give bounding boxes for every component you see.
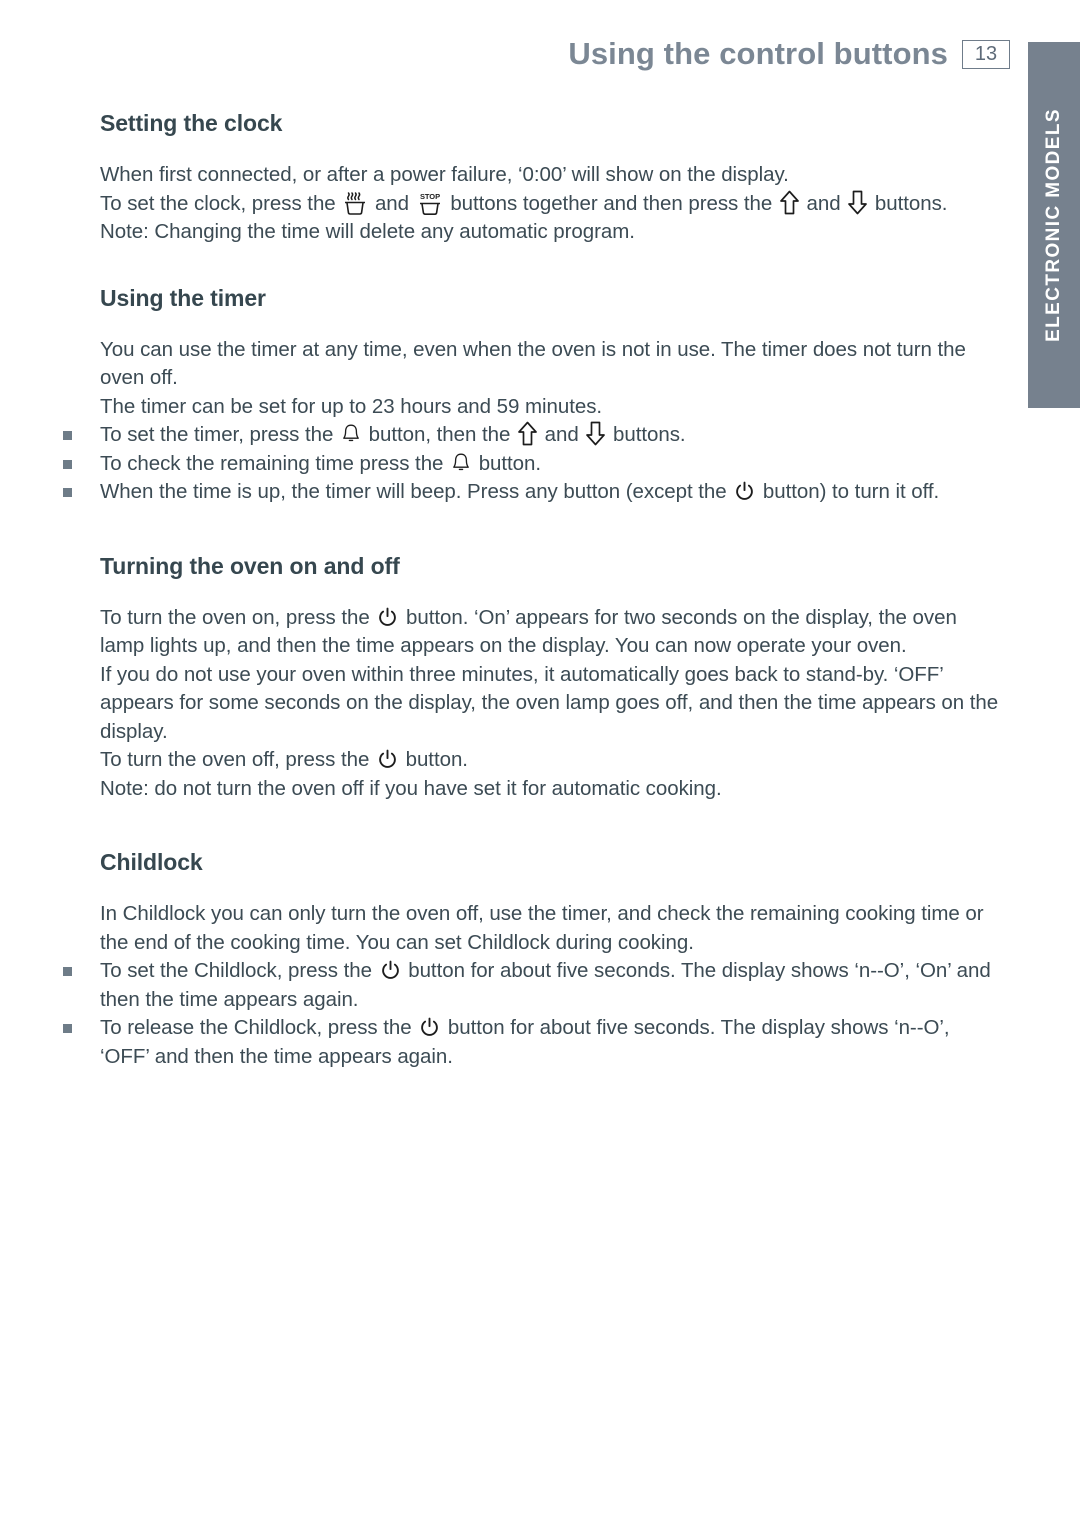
paragraph: To turn the oven on, press the button. ‘… bbox=[100, 604, 1002, 661]
page-content: Setting the clock When first connected, … bbox=[0, 110, 1010, 1071]
text: button, then the bbox=[363, 423, 516, 446]
list-item-text: To set the Childlock, press the button f… bbox=[100, 957, 1002, 1014]
section-heading: Childlock bbox=[100, 849, 203, 875]
arrow-down-icon bbox=[848, 190, 868, 215]
text: button) to turn it off. bbox=[757, 480, 940, 503]
text: When the time is up, the timer will beep… bbox=[100, 480, 733, 503]
text: button. bbox=[399, 748, 468, 771]
text: When first connected, or after a power f… bbox=[100, 163, 789, 186]
text: buttons together and then press the bbox=[444, 191, 778, 215]
text: To check the remaining time press the bbox=[100, 451, 450, 475]
power-icon bbox=[380, 960, 401, 981]
power-icon bbox=[734, 481, 755, 502]
text: Note: Changing the time will delete any … bbox=[100, 220, 635, 243]
bullet-icon bbox=[63, 967, 72, 976]
text: and bbox=[539, 423, 585, 446]
text: buttons. bbox=[869, 191, 948, 215]
text: You can use the timer at any time, even … bbox=[100, 337, 966, 390]
page-number-box: 13 bbox=[962, 39, 1010, 69]
paragraph: The timer can be set for up to 23 hours … bbox=[100, 393, 1002, 422]
timer-bell-icon bbox=[341, 423, 361, 445]
section-heading: Turning the oven on and off bbox=[100, 552, 400, 579]
text: In Childlock you can only turn the oven … bbox=[100, 902, 984, 954]
side-tab-label: ELECTRONIC MODELS bbox=[1043, 108, 1065, 342]
paragraph: In Childlock you can only turn the oven … bbox=[100, 900, 1002, 957]
arrow-up-icon bbox=[780, 190, 799, 215]
paragraph: Note: do not turn the oven off if you ha… bbox=[100, 775, 1002, 804]
text: To turn the oven on, press the bbox=[100, 605, 376, 629]
paragraph: Note: Changing the time will delete any … bbox=[100, 218, 1002, 247]
page-header: Using the control buttons 13 bbox=[0, 36, 1010, 72]
bullet-icon bbox=[63, 459, 72, 469]
text: To turn the oven off, press the bbox=[100, 748, 375, 771]
bullet-icon bbox=[63, 1024, 72, 1033]
list-item: To set the Childlock, press the button f… bbox=[63, 957, 1002, 1014]
paragraph: When first connected, or after a power f… bbox=[100, 161, 1002, 190]
section-heading: Using the timer bbox=[100, 284, 266, 311]
list-item-text: When the time is up, the timer will beep… bbox=[100, 478, 1002, 507]
arrow-down-icon bbox=[586, 421, 606, 446]
power-icon bbox=[419, 1017, 440, 1038]
section-heading: Setting the clock bbox=[100, 110, 283, 136]
power-icon bbox=[377, 607, 398, 628]
stop-pot-icon: STOP bbox=[416, 191, 444, 217]
section-childlock: Childlock In Childlock you can only turn… bbox=[0, 849, 1010, 1071]
paragraph: You can use the timer at any time, even … bbox=[100, 336, 1002, 393]
section-using-the-timer: Using the timer You can use the timer at… bbox=[0, 285, 1010, 507]
list-item: To check the remaining time press the bu… bbox=[63, 450, 1002, 479]
text: The timer can be set for up to 23 hours … bbox=[100, 394, 603, 418]
paragraph: If you do not use your oven within three… bbox=[100, 661, 1002, 747]
text: To release the Childlock, press the bbox=[100, 1016, 418, 1039]
list-item: To release the Childlock, press the butt… bbox=[63, 1014, 1002, 1071]
bullet-icon bbox=[63, 488, 72, 497]
section-body: In Childlock you can only turn the oven … bbox=[63, 900, 1002, 1071]
cook-pot-icon bbox=[342, 191, 368, 217]
text: button. bbox=[473, 451, 542, 475]
text: buttons. bbox=[607, 423, 686, 446]
section-body: When first connected, or after a power f… bbox=[100, 161, 1002, 247]
page-title: Using the control buttons bbox=[568, 36, 948, 71]
svg-text:STOP: STOP bbox=[420, 192, 440, 201]
list-item-text: To check the remaining time press the bu… bbox=[100, 450, 1002, 479]
paragraph: To turn the oven off, press the button. bbox=[100, 746, 1002, 775]
text: Note: do not turn the oven off if you ha… bbox=[100, 776, 722, 800]
list-item-text: To set the timer, press the button, then… bbox=[100, 421, 1002, 450]
text: To set the clock, press the bbox=[100, 191, 342, 215]
bullet-icon bbox=[63, 431, 72, 440]
side-tab-electronic-models: ELECTRONIC MODELS bbox=[1028, 42, 1080, 408]
text: If you do not use your oven within three… bbox=[100, 662, 999, 743]
text: and bbox=[800, 191, 847, 215]
list-item: To set the timer, press the button, then… bbox=[63, 421, 1002, 450]
section-body: You can use the timer at any time, even … bbox=[63, 336, 1002, 507]
paragraph: To set the clock, press the and STOP but… bbox=[100, 190, 1002, 219]
section-setting-the-clock: Setting the clock When first connected, … bbox=[0, 110, 1010, 247]
text: To set the timer, press the bbox=[100, 423, 340, 446]
timer-bell-icon bbox=[451, 452, 471, 474]
section-body: To turn the oven on, press the button. ‘… bbox=[100, 604, 1002, 804]
list-item-text: To release the Childlock, press the butt… bbox=[100, 1014, 1002, 1071]
power-icon bbox=[377, 749, 398, 770]
arrow-up-icon bbox=[518, 421, 537, 446]
list-item: When the time is up, the timer will beep… bbox=[63, 478, 1002, 507]
page-number: 13 bbox=[974, 43, 998, 65]
text: To set the Childlock, press the bbox=[100, 959, 378, 982]
section-turning-the-oven-on-and-off: Turning the oven on and off To turn the … bbox=[0, 553, 1010, 804]
text: and bbox=[369, 191, 415, 215]
